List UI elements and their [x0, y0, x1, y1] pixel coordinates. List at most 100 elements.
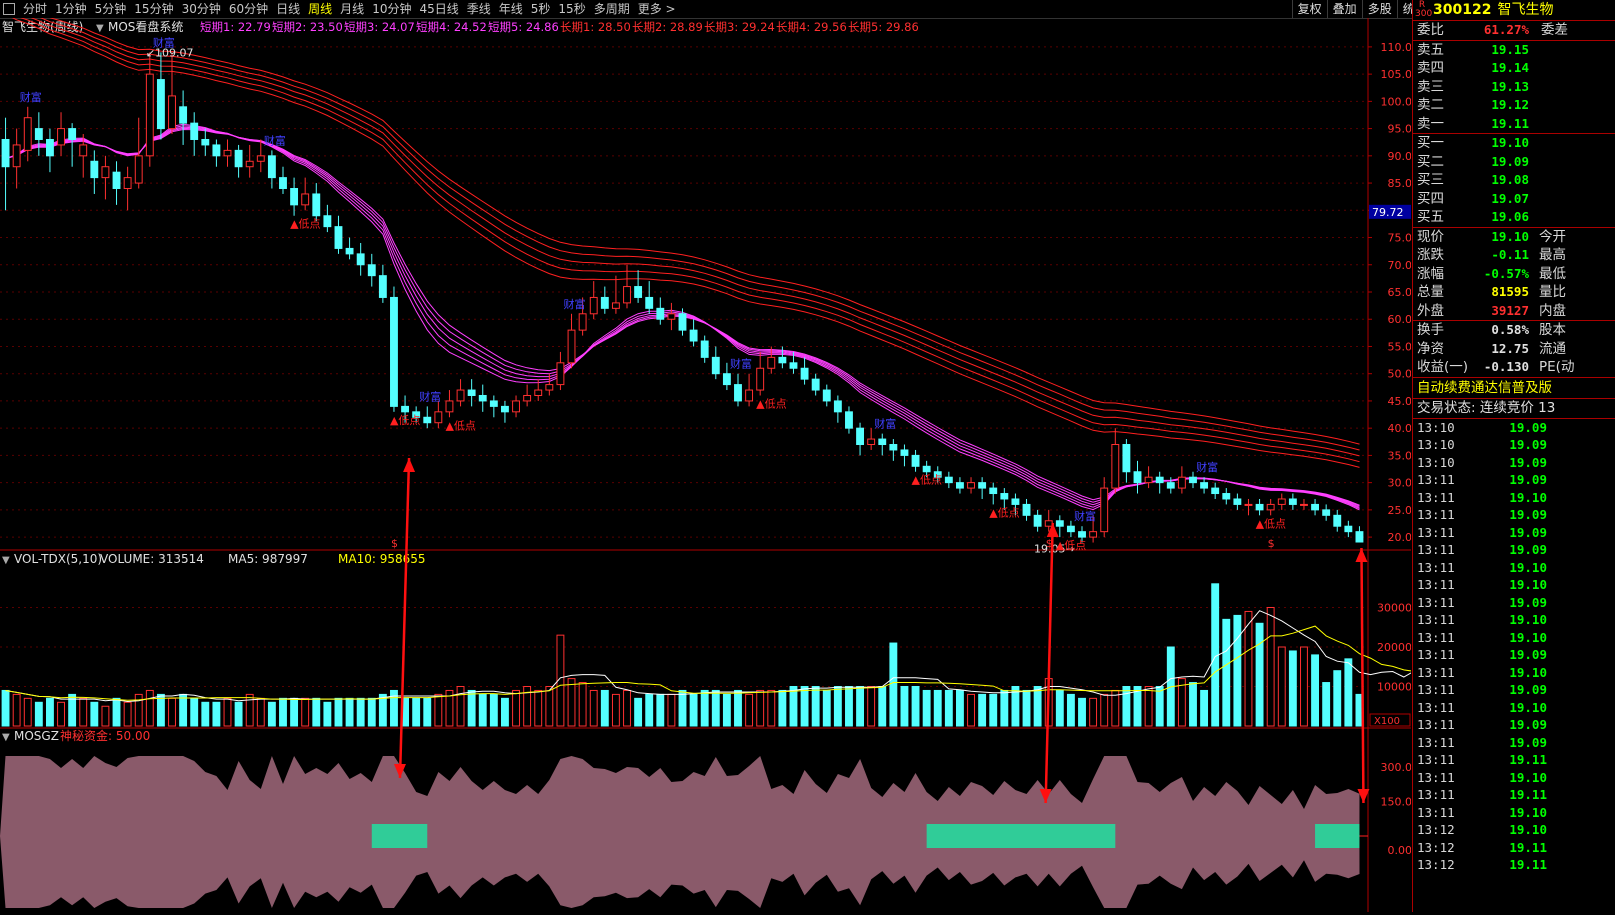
volume-bar: [179, 693, 188, 727]
volume-bar: [34, 701, 43, 727]
volume-bar: [944, 689, 953, 727]
tick-list[interactable]: 13:10 19.09 13:10 19.09 13:10 19.09 13:11 19.09…: [1413, 417, 1615, 874]
price-tick-label: 45.0: [1388, 395, 1412, 408]
candle-body: [500, 405, 509, 413]
period-tab[interactable]: 45日线: [415, 0, 462, 18]
candle-body: [34, 128, 43, 140]
tick-price: 19.10: [1509, 577, 1547, 592]
quote-label: 涨幅: [1417, 265, 1444, 282]
period-tab[interactable]: 周线: [304, 0, 336, 18]
tick-row: 13:11 19.11: [1413, 751, 1615, 769]
tick-row: 13:12 19.10: [1413, 821, 1615, 839]
candle-body: [1277, 498, 1286, 505]
stock-name: 智飞生物: [1497, 2, 1554, 18]
period-tab[interactable]: 更多 >: [634, 0, 680, 18]
candle-body: [1322, 509, 1331, 516]
candle-body: [345, 247, 354, 255]
candle-body: [1311, 503, 1320, 511]
tick-time: 13:11: [1417, 594, 1455, 610]
period-tab[interactable]: 15分钟: [130, 0, 177, 18]
tool-button[interactable]: 多股: [1361, 0, 1397, 18]
period-tab[interactable]: 月线: [336, 0, 368, 18]
volume-bar: [1055, 689, 1064, 727]
tick-row: 13:10 19.09: [1413, 454, 1615, 472]
period-tab[interactable]: 日线: [272, 0, 304, 18]
period-tab[interactable]: 30分钟: [178, 0, 225, 18]
period-tab[interactable]: 分时: [19, 0, 51, 18]
menu-icon[interactable]: [3, 3, 15, 15]
candle-body: [867, 438, 876, 446]
period-tab[interactable]: 5秒: [527, 0, 555, 18]
annotation-arrow-head: [403, 458, 416, 472]
volume-bar: [478, 693, 487, 727]
quote-row: 涨跌 -0.11 最高: [1413, 246, 1615, 265]
volume-tick-label: 30000: [1377, 602, 1411, 615]
quote-label: 换手: [1417, 322, 1444, 338]
candle-body: [978, 482, 987, 489]
period-tab[interactable]: 1分钟: [51, 0, 91, 18]
period-tab[interactable]: 季线: [463, 0, 495, 18]
candle-body: [145, 73, 154, 157]
period-tab[interactable]: 15秒: [554, 0, 589, 18]
exchange-badge: R 300: [1415, 0, 1433, 19]
tick-price: 19.10: [1509, 699, 1547, 715]
period-tab[interactable]: 5分钟: [91, 0, 131, 18]
annotation-arrow: [1044, 522, 1054, 804]
period-tab[interactable]: 60分钟: [225, 0, 272, 18]
buy-signal-label: 财富: [1196, 460, 1218, 474]
volume-bar: [90, 701, 99, 727]
quote-label: 买一: [1417, 135, 1444, 151]
volume-bar: [1066, 693, 1075, 727]
volume-bar: [534, 689, 543, 727]
tick-row: 13:11 19.09: [1413, 594, 1615, 612]
tick-time: 13:11: [1417, 804, 1455, 820]
candle-body: [789, 362, 798, 369]
period-tab[interactable]: 10分钟: [368, 0, 415, 18]
price-tick-label: 70.0: [1388, 259, 1412, 272]
quote-row: 买五 19.06: [1413, 208, 1615, 227]
tick-price: 19.09: [1509, 717, 1547, 732]
tick-time: 13:12: [1417, 822, 1455, 837]
candle-body: [656, 307, 665, 320]
candle-body: [600, 296, 609, 309]
period-tab[interactable]: 多周期: [590, 0, 634, 18]
tool-button[interactable]: 叠加: [1326, 0, 1362, 18]
quote-row: 卖四 19.14: [1413, 59, 1615, 78]
candle-body: [1000, 493, 1009, 500]
tick-time: 13:11: [1417, 577, 1455, 592]
candle-body: [889, 444, 898, 451]
volume-bar: [1311, 654, 1320, 727]
subscription-notice[interactable]: 自动续费通达信普及版: [1413, 376, 1615, 398]
candle-body: [689, 329, 698, 342]
quote-right-label: 最低: [1539, 265, 1566, 282]
buy-signal-label: 财富: [419, 389, 441, 403]
volume-bar: [356, 697, 365, 727]
tick-time: 13:11: [1417, 664, 1455, 680]
volume-indicator-name: VOL-TDX(5,10): [14, 552, 102, 566]
price-tick-label: 60.0: [1388, 313, 1412, 326]
price-tick-label: 95.0: [1388, 123, 1412, 136]
tool-button[interactable]: 复权: [1291, 0, 1327, 18]
candle-body: [667, 313, 676, 320]
quote-row: 净资 12.75 流通: [1413, 340, 1615, 359]
volume-bar: [734, 689, 742, 727]
candle-body: [90, 160, 99, 179]
dollar-signal: $: [1268, 537, 1275, 550]
volume-bar: [578, 682, 587, 727]
volume-bar: [589, 689, 598, 727]
volume-bar: [301, 697, 310, 727]
volume-bar: [1, 689, 10, 727]
kline-chart[interactable]: 110.0105.0100.095.090.085.080.075.070.06…: [0, 0, 1471, 912]
quote-right-label: 最高: [1539, 247, 1566, 263]
tick-time: 13:11: [1417, 769, 1455, 785]
buy-signal-label: 财富: [564, 297, 586, 311]
volume-bar: [900, 686, 909, 727]
volume-bar: [1133, 686, 1142, 727]
period-tab[interactable]: 年线: [495, 0, 527, 18]
indicator-legend: 短期5: 24.86: [488, 20, 559, 34]
candle-body: [1011, 498, 1020, 505]
quote-right-label: 量比: [1539, 284, 1566, 300]
candle-body: [512, 400, 520, 413]
quote-label: 卖二: [1417, 97, 1444, 113]
volume-bar: [345, 697, 354, 727]
